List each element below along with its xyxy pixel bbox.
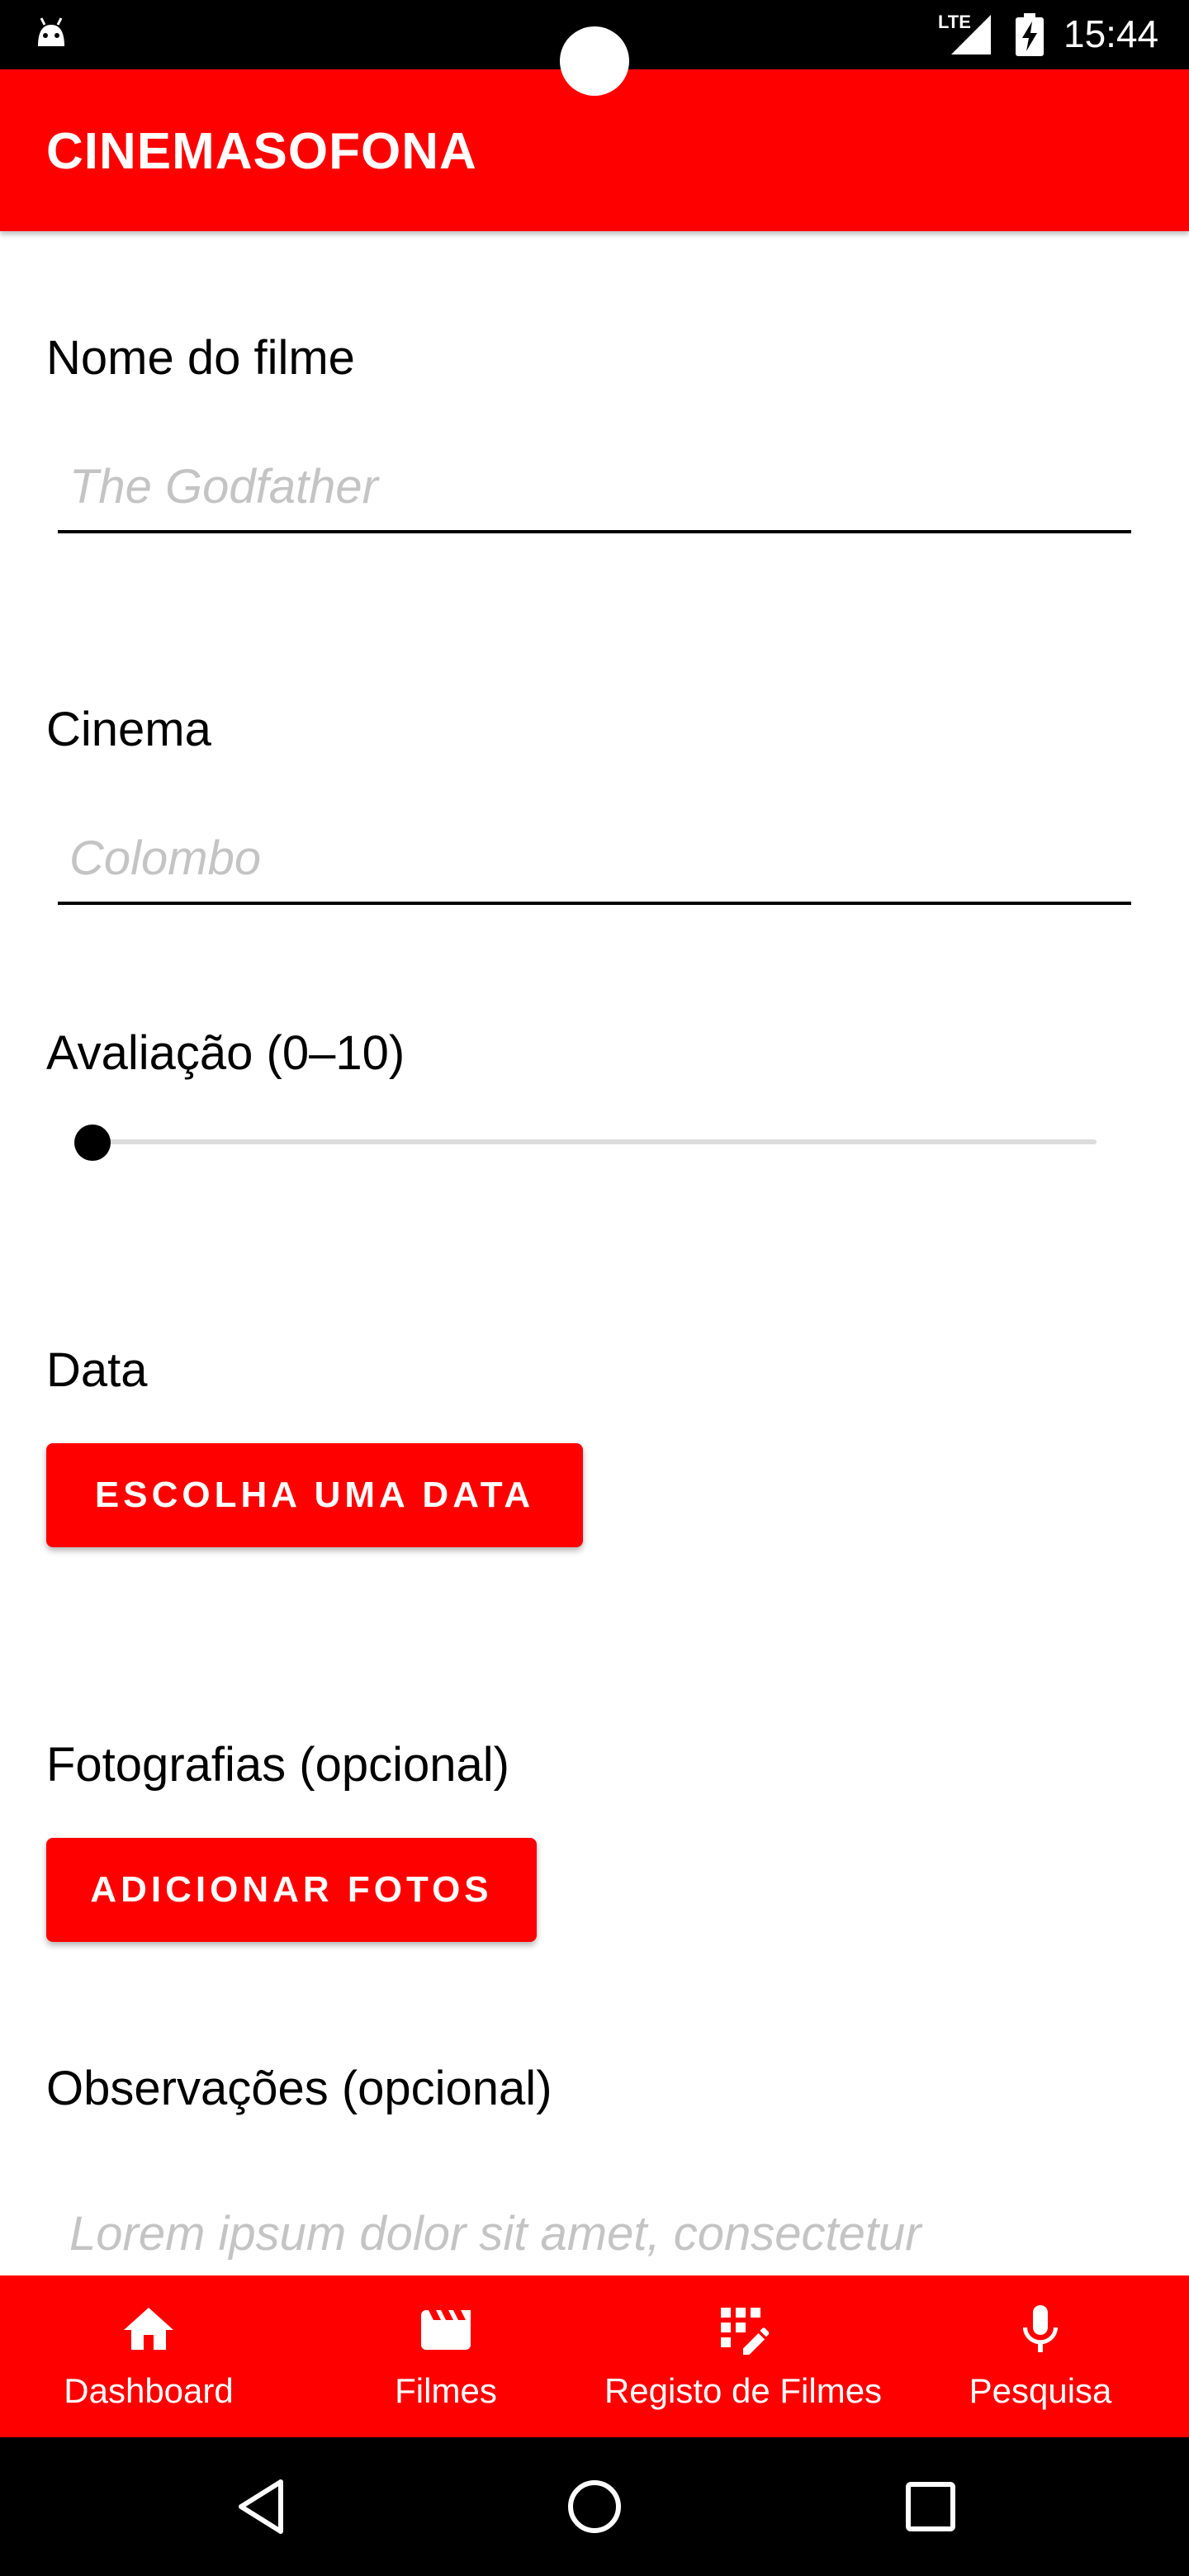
bottom-navigation: Dashboard Filmes Registo de Filmes Pesqu…: [0, 2275, 1189, 2437]
battery-charging-icon: [1016, 13, 1044, 60]
movie-name-input[interactable]: The Godfather: [69, 459, 378, 514]
photos-label: Fotografias (opcional): [46, 1738, 509, 1792]
choose-date-button[interactable]: ESCOLHA UMA DATA: [46, 1443, 583, 1547]
app-title: CINEMASOFONA: [46, 123, 477, 180]
movie-name-label: Nome do filme: [46, 331, 355, 385]
nav-item-pesquisa[interactable]: Pesquisa: [892, 2275, 1189, 2437]
rating-slider-thumb[interactable]: [74, 1125, 111, 1161]
android-icon: [33, 13, 69, 54]
signal-icon: [950, 15, 992, 60]
rating-label: Avaliação (0–10): [46, 1026, 405, 1080]
movie-name-underline: [58, 530, 1131, 533]
add-photos-button[interactable]: ADICIONAR FOTOS: [46, 1838, 537, 1942]
system-navigation-bar: [0, 2437, 1189, 2576]
nav-label-pesquisa: Pesquisa: [969, 2371, 1112, 2410]
movie-clapper-icon: [416, 2300, 476, 2364]
home-circle-icon[interactable]: [565, 2474, 624, 2544]
rating-slider-track[interactable]: [92, 1139, 1097, 1144]
back-icon[interactable]: [233, 2474, 291, 2544]
nav-item-dashboard[interactable]: Dashboard: [0, 2275, 297, 2437]
cinema-input[interactable]: Colombo: [69, 831, 261, 886]
cinema-label: Cinema: [46, 703, 211, 756]
camera-cutout: [560, 26, 629, 96]
nav-item-registo[interactable]: Registo de Filmes: [594, 2275, 892, 2437]
notes-input[interactable]: Lorem ipsum dolor sit amet, consectetur: [69, 2206, 921, 2261]
nav-label-dashboard: Dashboard: [64, 2371, 234, 2410]
nav-label-registo: Registo de Filmes: [604, 2371, 883, 2410]
clock: 15:44: [1063, 12, 1159, 55]
date-label: Data: [46, 1343, 148, 1397]
edit-grid-icon: [713, 2300, 773, 2364]
home-icon: [119, 2300, 178, 2364]
notes-label: Observações (opcional): [46, 2062, 552, 2115]
nav-item-filmes[interactable]: Filmes: [297, 2275, 594, 2437]
recents-icon[interactable]: [902, 2474, 959, 2544]
cinema-underline: [58, 902, 1131, 905]
nav-label-filmes: Filmes: [395, 2371, 497, 2410]
microphone-icon: [1011, 2300, 1070, 2364]
